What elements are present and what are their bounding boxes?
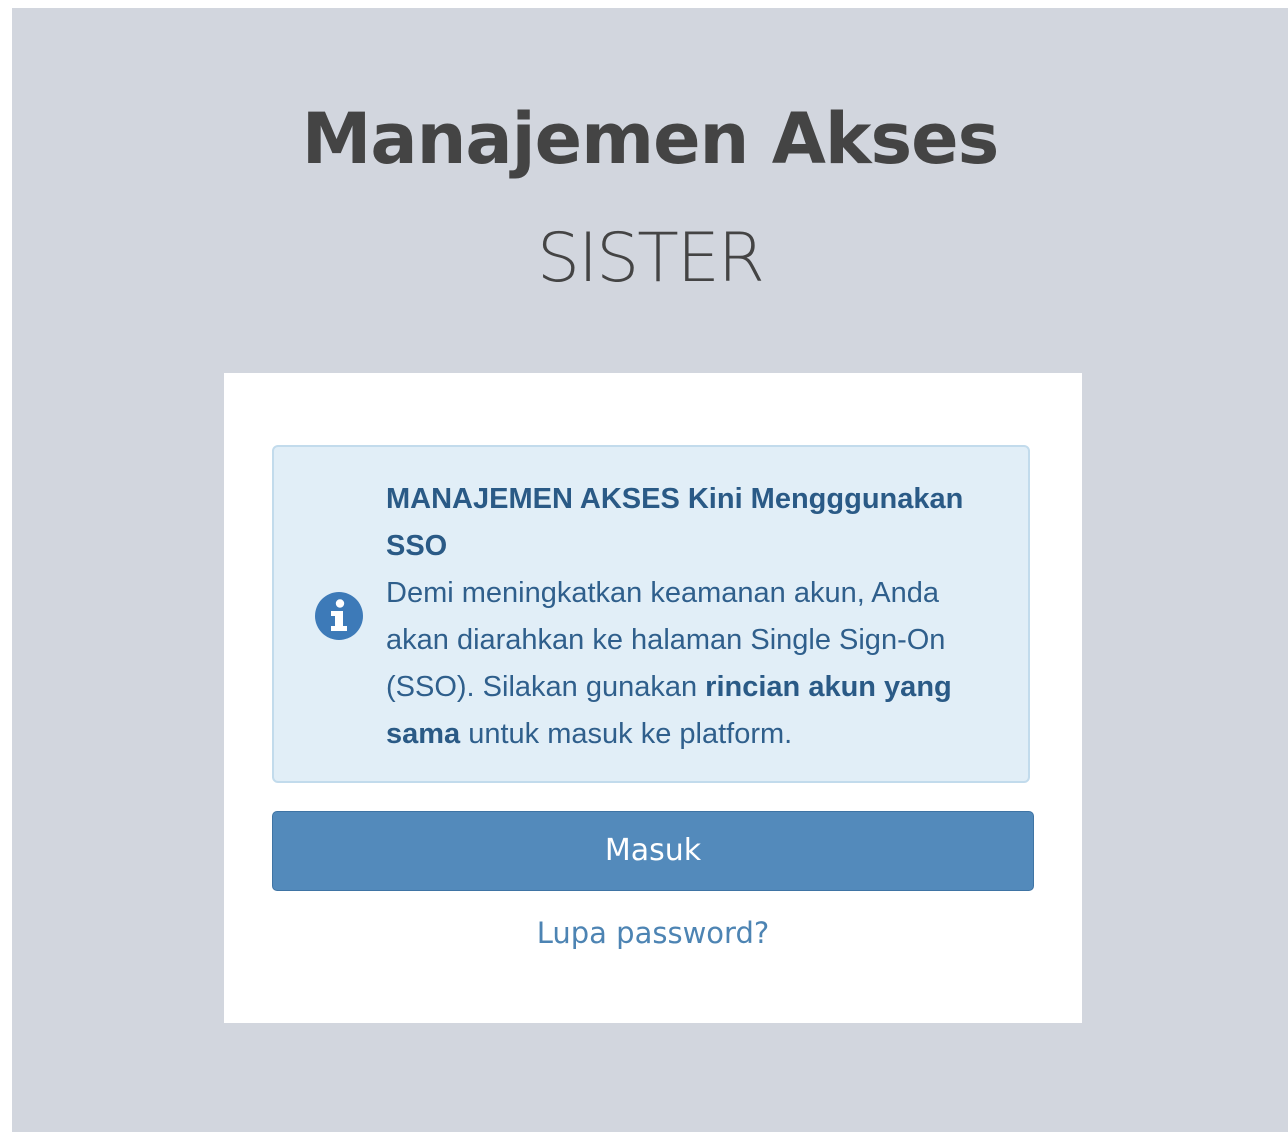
- notice-title: MANAJEMEN AKSES Kini Mengggunakan SSO: [386, 483, 964, 562]
- sso-notice-alert: MANAJEMEN AKSES Kini Mengggunakan SSO De…: [272, 445, 1030, 783]
- notice-body: MANAJEMEN AKSES Kini Mengggunakan SSO De…: [386, 476, 996, 758]
- page-subtitle: SISTER: [536, 219, 765, 298]
- page-title: Manajemen Akses: [301, 98, 1000, 180]
- login-button[interactable]: Masuk: [272, 811, 1034, 891]
- forgot-password-link[interactable]: Lupa password?: [224, 913, 1082, 953]
- login-card: MANAJEMEN AKSES Kini Mengggunakan SSO De…: [224, 373, 1082, 1023]
- notice-text-part2: untuk masuk ke platform.: [460, 718, 793, 750]
- login-page: Manajemen Akses SISTER MANAJEMEN AKSES K…: [12, 8, 1288, 1132]
- notice-text: Demi meningkatkan keamanan akun, Anda ak…: [386, 577, 952, 750]
- info-circle-icon: [315, 592, 363, 640]
